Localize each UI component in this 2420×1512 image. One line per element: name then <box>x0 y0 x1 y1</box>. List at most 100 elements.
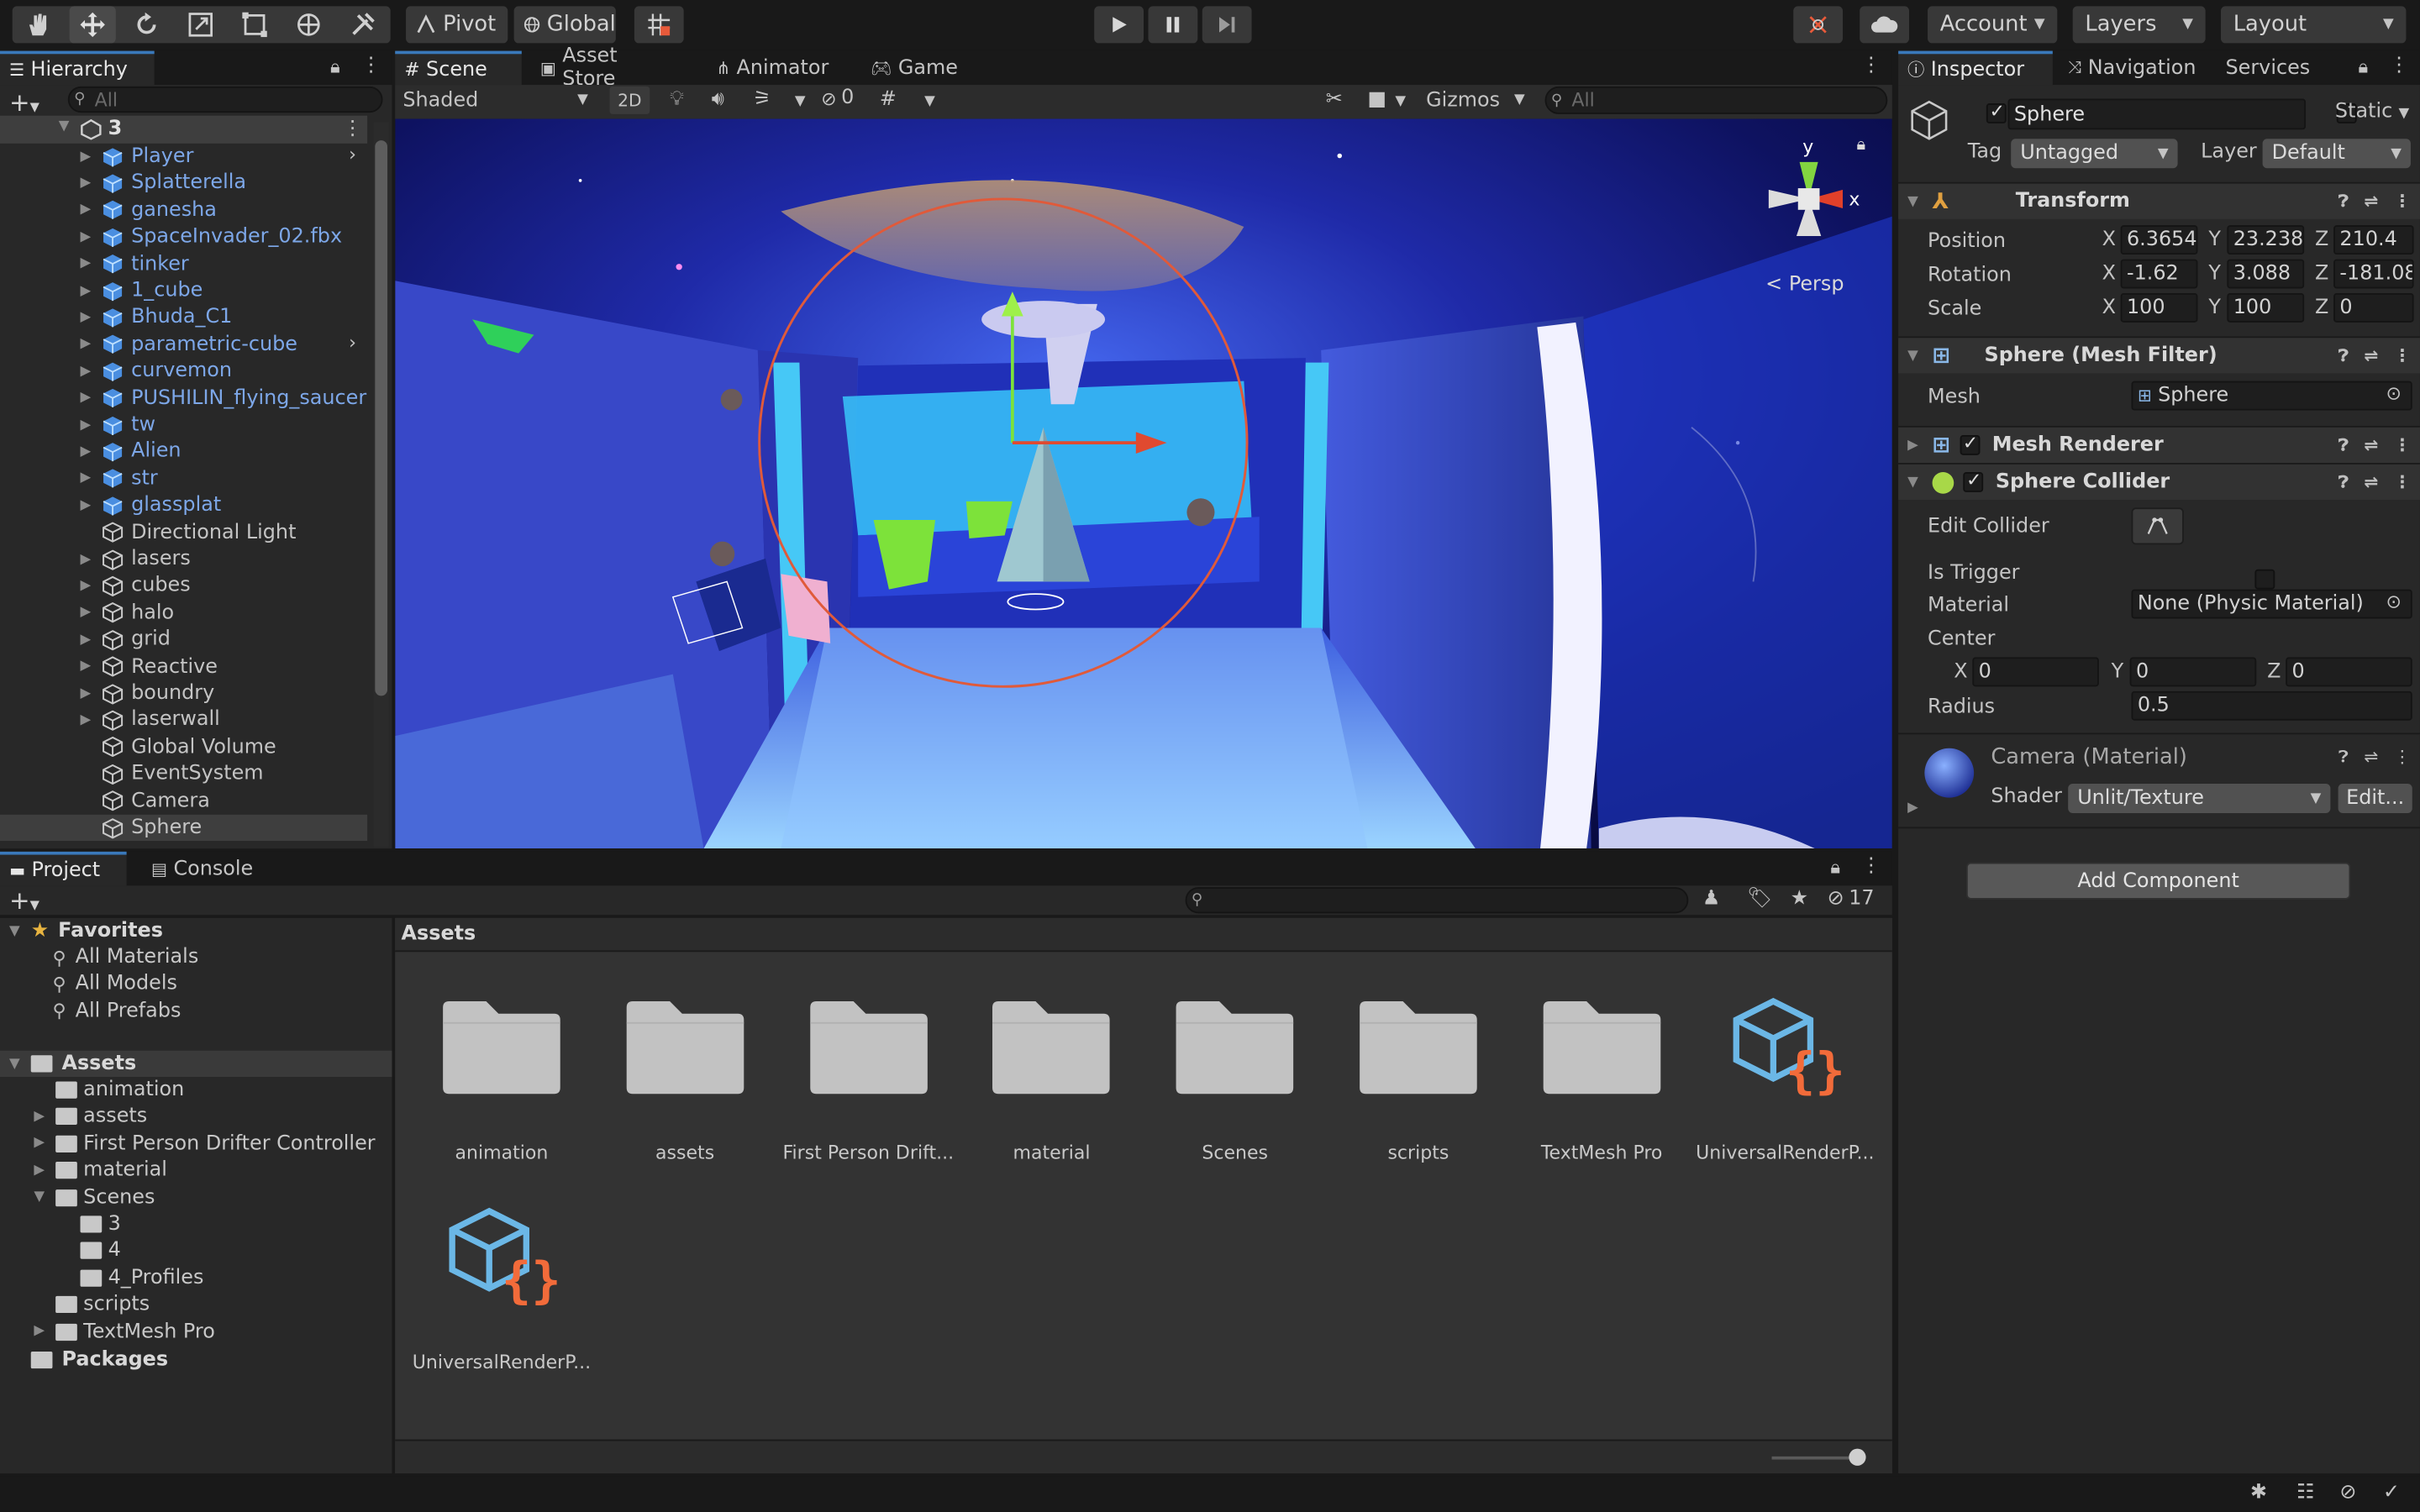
folder-item[interactable]: TextMesh Pro <box>1511 995 1693 1163</box>
axis-y-label[interactable]: Y <box>2208 297 2221 320</box>
layout-dropdown[interactable]: Layout ▼ <box>2221 6 2407 44</box>
center-x-field[interactable]: 0 <box>1972 657 2099 687</box>
more-menu-icon[interactable]: ⋮ <box>1861 855 1881 879</box>
expand-arrow-icon[interactable]: ▶ <box>81 471 96 486</box>
more-menu-icon[interactable]: ⋮ <box>2389 54 2409 77</box>
folder-item[interactable]: First Person Drift... <box>777 995 960 1163</box>
assets-root[interactable]: ▼ Assets <box>0 1050 392 1078</box>
hierarchy-item[interactable]: Directional Light <box>0 519 367 545</box>
filter-type-icon[interactable]: ♟ <box>1702 887 1720 911</box>
position-x-field[interactable]: 6.3654 <box>2120 225 2198 255</box>
expand-arrow-icon[interactable]: ▶ <box>81 310 96 325</box>
folder-item[interactable]: material <box>960 995 1143 1163</box>
hierarchy-item[interactable]: ▶ Alien <box>0 438 367 465</box>
preset-icon[interactable]: ⇌ <box>2364 434 2378 456</box>
axis-z-label[interactable]: Z <box>2315 228 2328 252</box>
is-trigger-checkbox[interactable] <box>2254 568 2275 589</box>
scrollbar-thumb[interactable] <box>375 140 388 696</box>
hierarchy-item[interactable]: ▶ tw <box>0 412 367 438</box>
expand-arrow-icon[interactable]: ▶ <box>81 391 96 406</box>
more-menu-icon[interactable]: ⋮ <box>1861 54 1881 77</box>
project-search-input[interactable]: ⚲ <box>1185 887 1689 914</box>
project-tree-item[interactable]: 4_Profiles <box>0 1265 203 1291</box>
layer-dropdown[interactable]: Default ▼ <box>2262 139 2411 169</box>
more-menu-icon[interactable]: ⋮ <box>343 118 363 141</box>
favorite-item[interactable]: ⚲ All Prefabs <box>0 998 181 1024</box>
hierarchy-item[interactable]: Global Volume <box>0 734 367 760</box>
expand-arrow-icon[interactable]: ▶ <box>81 552 96 567</box>
hierarchy-item[interactable]: ▶ curvemon <box>0 358 367 384</box>
tab-navigation[interactable]: ⤨ Navigation <box>2059 51 2232 85</box>
expand-arrow-icon[interactable]: ▶ <box>81 685 96 701</box>
hierarchy-item[interactable]: ▶ grid <box>0 627 367 653</box>
help-icon[interactable]: ❓︎ <box>2338 345 2349 367</box>
effects-icon[interactable]: ⚞ <box>753 88 771 112</box>
more-menu-icon[interactable]: ⋮ <box>2394 434 2411 456</box>
pivot-toggle[interactable]: Pivot <box>406 6 508 44</box>
rotation-y-field[interactable]: 3.088 <box>2227 259 2305 289</box>
collapse-arrow-icon[interactable]: ▼ <box>59 118 74 134</box>
pause-button[interactable] <box>1148 6 1198 44</box>
expand-arrow-icon[interactable]: ▶ <box>81 712 96 727</box>
center-y-field[interactable]: 0 <box>2129 657 2257 687</box>
hierarchy-item[interactable]: Camera <box>0 788 367 814</box>
project-tree-item[interactable]: ▶ assets <box>0 1104 147 1130</box>
position-z-field[interactable]: 210.4 <box>2333 225 2414 255</box>
lock-icon[interactable]: 🔒︎ <box>1830 856 1840 879</box>
packages-root[interactable]: Packages <box>0 1347 168 1373</box>
tab-inspector[interactable]: ⓘ Inspector <box>1898 50 2053 86</box>
hierarchy-item[interactable]: ▶ ganesha <box>0 197 367 223</box>
expand-arrow-icon[interactable]: ▶ <box>34 1163 49 1178</box>
tools-icon[interactable]: ✂︎ <box>1326 88 1343 112</box>
axis-z-label[interactable]: Z <box>2315 297 2328 320</box>
expand-arrow-icon[interactable]: ▼ <box>34 1189 49 1205</box>
project-tree-item[interactable]: ▶ First Person Drifter Controller <box>0 1131 375 1157</box>
object-name-field[interactable]: Sphere <box>2007 98 2307 130</box>
add-object-button[interactable]: +▼ <box>9 88 39 118</box>
more-menu-icon[interactable]: ⋮ <box>361 54 381 77</box>
lighting-icon[interactable]: 💡︎ <box>670 88 684 112</box>
axis-x-label[interactable]: X <box>2102 297 2116 320</box>
cloud-button[interactable] <box>1860 6 1909 44</box>
hierarchy-item[interactable]: ▶ lasers <box>0 546 367 572</box>
expand-arrow-icon[interactable]: ▶ <box>34 1324 49 1339</box>
rotation-z-field[interactable]: -181.08 <box>2333 259 2414 289</box>
project-tree-item[interactable]: ▶ TextMesh Pro <box>0 1319 214 1345</box>
tab-animator[interactable]: ⋔ Animator <box>707 51 849 85</box>
scale-y-field[interactable]: 100 <box>2227 292 2305 323</box>
project-tree-item[interactable]: 4 <box>0 1238 121 1264</box>
help-icon[interactable]: ❓︎ <box>2338 191 2349 213</box>
hierarchy-item[interactable]: ▶ 1_cube <box>0 278 367 304</box>
icon-size-slider-handle[interactable] <box>1849 1448 1866 1466</box>
chevron-down-icon[interactable]: ▼ <box>795 94 806 109</box>
project-tree-item[interactable]: animation <box>0 1077 184 1103</box>
camera-icon[interactable]: ■ <box>1367 88 1386 112</box>
project-tree-item[interactable]: 3 <box>0 1211 121 1237</box>
expand-arrow-icon[interactable]: ▶ <box>34 1136 49 1151</box>
expand-arrow-icon[interactable]: ▶ <box>81 283 96 298</box>
axis-y-label[interactable]: Y <box>2208 228 2221 252</box>
hierarchy-item[interactable]: ▶ boundry <box>0 680 367 706</box>
hierarchy-item[interactable]: ▶ laserwall <box>0 707 367 733</box>
hierarchy-item[interactable]: ▶ parametric-cube › <box>0 332 367 358</box>
hierarchy-item[interactable]: Sphere <box>0 814 368 842</box>
tab-hierarchy[interactable]: ☰ Hierarchy <box>0 50 155 86</box>
rect-tool-button[interactable] <box>232 6 278 43</box>
expand-arrow-icon[interactable]: ▶ <box>1907 801 1923 816</box>
axis-x-label[interactable]: X <box>1954 660 1967 684</box>
audio-icon[interactable]: 🔊︎ <box>712 88 724 112</box>
hierarchy-item[interactable]: ▶ tinker <box>0 251 367 277</box>
more-menu-icon[interactable]: ⋮ <box>2394 191 2411 213</box>
move-tool-button[interactable] <box>69 6 116 44</box>
expand-arrow-icon[interactable]: ▶ <box>81 202 96 218</box>
hierarchy-item[interactable]: ▶ Bhuda_C1 <box>0 305 367 331</box>
shader-dropdown[interactable]: Unlit/Texture ▼ <box>2068 784 2331 813</box>
hierarchy-item[interactable]: ▶ SpaceInvader_02.fbx <box>0 224 367 250</box>
edit-collider-button[interactable] <box>2131 507 2184 545</box>
sphere-collider-header[interactable]: ▼ Sphere Collider ❓︎ ⇌ ⋮ <box>1898 463 2420 501</box>
asset-item[interactable]: {} UniversalRenderP... <box>411 1205 593 1373</box>
tab-asset-store[interactable]: ▣ Asset Store <box>531 45 686 91</box>
folder-item[interactable]: animation <box>411 995 593 1163</box>
lock-icon[interactable]: 🔒︎ <box>2358 55 2368 79</box>
object-picker-icon[interactable]: ⊙ <box>2386 591 2402 612</box>
